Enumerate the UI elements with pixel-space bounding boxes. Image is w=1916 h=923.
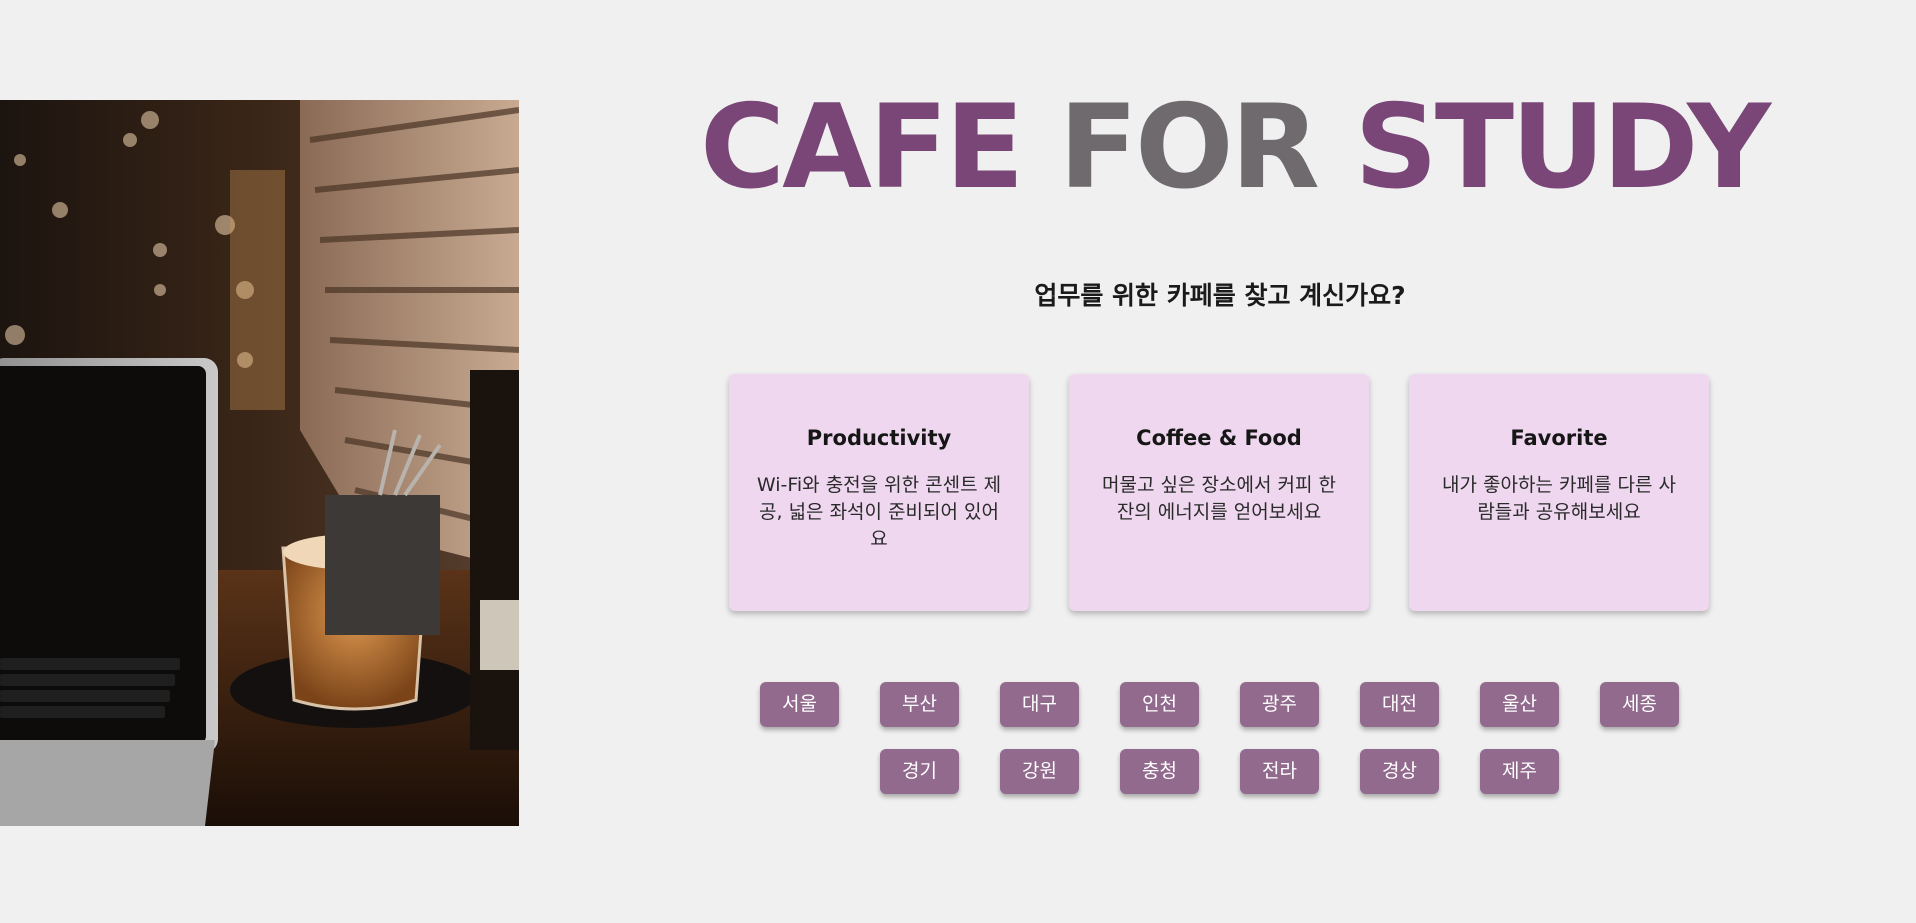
region-button-daejeon[interactable]: 대전 — [1360, 682, 1439, 727]
region-button-seoul[interactable]: 서울 — [760, 682, 839, 727]
page-title: CAFE FOR STUDY — [700, 78, 1771, 218]
feature-card-description: Wi-Fi와 충전을 위한 콘센트 제공, 넓은 좌석이 준비되어 있어요 — [756, 474, 1002, 550]
feature-card-favorite: Favorite 내가 좋아하는 카페를 다른 사람들과 공유해보세요 — [1409, 374, 1709, 611]
landing-page: CAFE FOR STUDY 업무를 위한 카페를 찾고 계신가요? Produ… — [0, 0, 1916, 923]
region-button-busan[interactable]: 부산 — [880, 682, 959, 727]
region-button-gwangju[interactable]: 광주 — [1240, 682, 1319, 727]
region-button-incheon[interactable]: 인천 — [1120, 682, 1199, 727]
region-button-sejong[interactable]: 세종 — [1600, 682, 1679, 727]
feature-card-description: 머물고 싶은 장소에서 커피 한잔의 에너지를 얻어보세요 — [1102, 474, 1336, 523]
region-button-ulsan[interactable]: 울산 — [1480, 682, 1559, 727]
hero-cafe-photo — [0, 100, 519, 826]
region-button-jeolla[interactable]: 전라 — [1240, 749, 1319, 794]
region-button-chungcheong[interactable]: 충청 — [1120, 749, 1199, 794]
feature-card-productivity: Productivity Wi-Fi와 충전을 위한 콘센트 제공, 넓은 좌석… — [729, 374, 1029, 611]
title-word-for: FOR — [1058, 80, 1320, 215]
feature-card-title: Coffee & Food — [1136, 426, 1302, 450]
title-word-cafe: CAFE — [700, 80, 1024, 215]
feature-card-title: Productivity — [806, 426, 952, 450]
feature-card-title: Favorite — [1510, 426, 1608, 450]
region-button-jeju[interactable]: 제주 — [1480, 749, 1559, 794]
feature-card-description: 내가 좋아하는 카페를 다른 사람들과 공유해보세요 — [1442, 474, 1676, 523]
title-word-study: STUDY — [1354, 80, 1771, 215]
region-button-daegu[interactable]: 대구 — [1000, 682, 1079, 727]
page-subtitle: 업무를 위한 카페를 찾고 계신가요? — [1034, 281, 1406, 310]
region-button-gangwon[interactable]: 강원 — [1000, 749, 1079, 794]
region-button-gyeonggi[interactable]: 경기 — [880, 749, 959, 794]
feature-card-coffee-food: Coffee & Food 머물고 싶은 장소에서 커피 한잔의 에너지를 얻어… — [1069, 374, 1369, 611]
region-button-gyeongsang[interactable]: 경상 — [1360, 749, 1439, 794]
